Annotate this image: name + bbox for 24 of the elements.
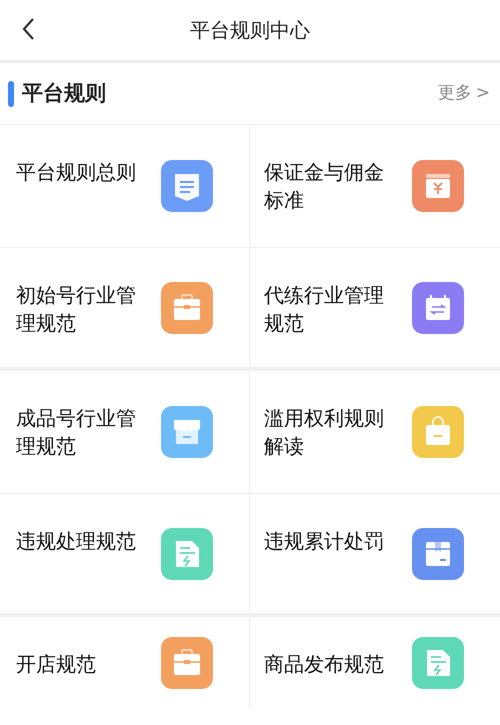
rule-label: 滥用权利规则解读 (264, 405, 385, 460)
rule-tile[interactable]: 违规累计处罚 (250, 494, 500, 617)
page-title: 平台规则中心 (190, 17, 310, 44)
rule-tile[interactable]: 保证金与佣金标准 (250, 125, 500, 248)
rule-tile[interactable]: 开店规范 (0, 617, 250, 709)
rule-label: 平台规则总则 (16, 159, 137, 186)
more-link[interactable]: 更多 > (438, 80, 490, 106)
accent-bar (8, 80, 14, 106)
rule-tile[interactable]: 商品发布规范 (250, 617, 500, 709)
rule-label: 开店规范 (16, 651, 97, 678)
rule-label: 保证金与佣金标准 (264, 159, 385, 214)
rule-label: 违规处理规范 (16, 528, 137, 555)
rule-label: 初始号行业管理规范 (16, 282, 137, 337)
rule-tile[interactable]: 违规处理规范 (0, 494, 250, 617)
rule-tile[interactable]: 平台规则总则 (0, 125, 250, 248)
rule-tile[interactable]: 成品号行业管理规范 (0, 371, 250, 494)
rule-label: 成品号行业管理规范 (16, 405, 137, 460)
rule-tile[interactable]: 滥用权利规则解读 (250, 371, 500, 494)
section-title: 平台规则 (22, 80, 106, 107)
rule-label: 违规累计处罚 (264, 528, 385, 555)
rule-label: 代练行业管理规范 (264, 282, 385, 337)
rule-tile[interactable]: 代练行业管理规范 (250, 248, 500, 371)
rule-label: 商品发布规范 (264, 651, 385, 678)
rule-tile[interactable]: 初始号行业管理规范 (0, 248, 250, 371)
